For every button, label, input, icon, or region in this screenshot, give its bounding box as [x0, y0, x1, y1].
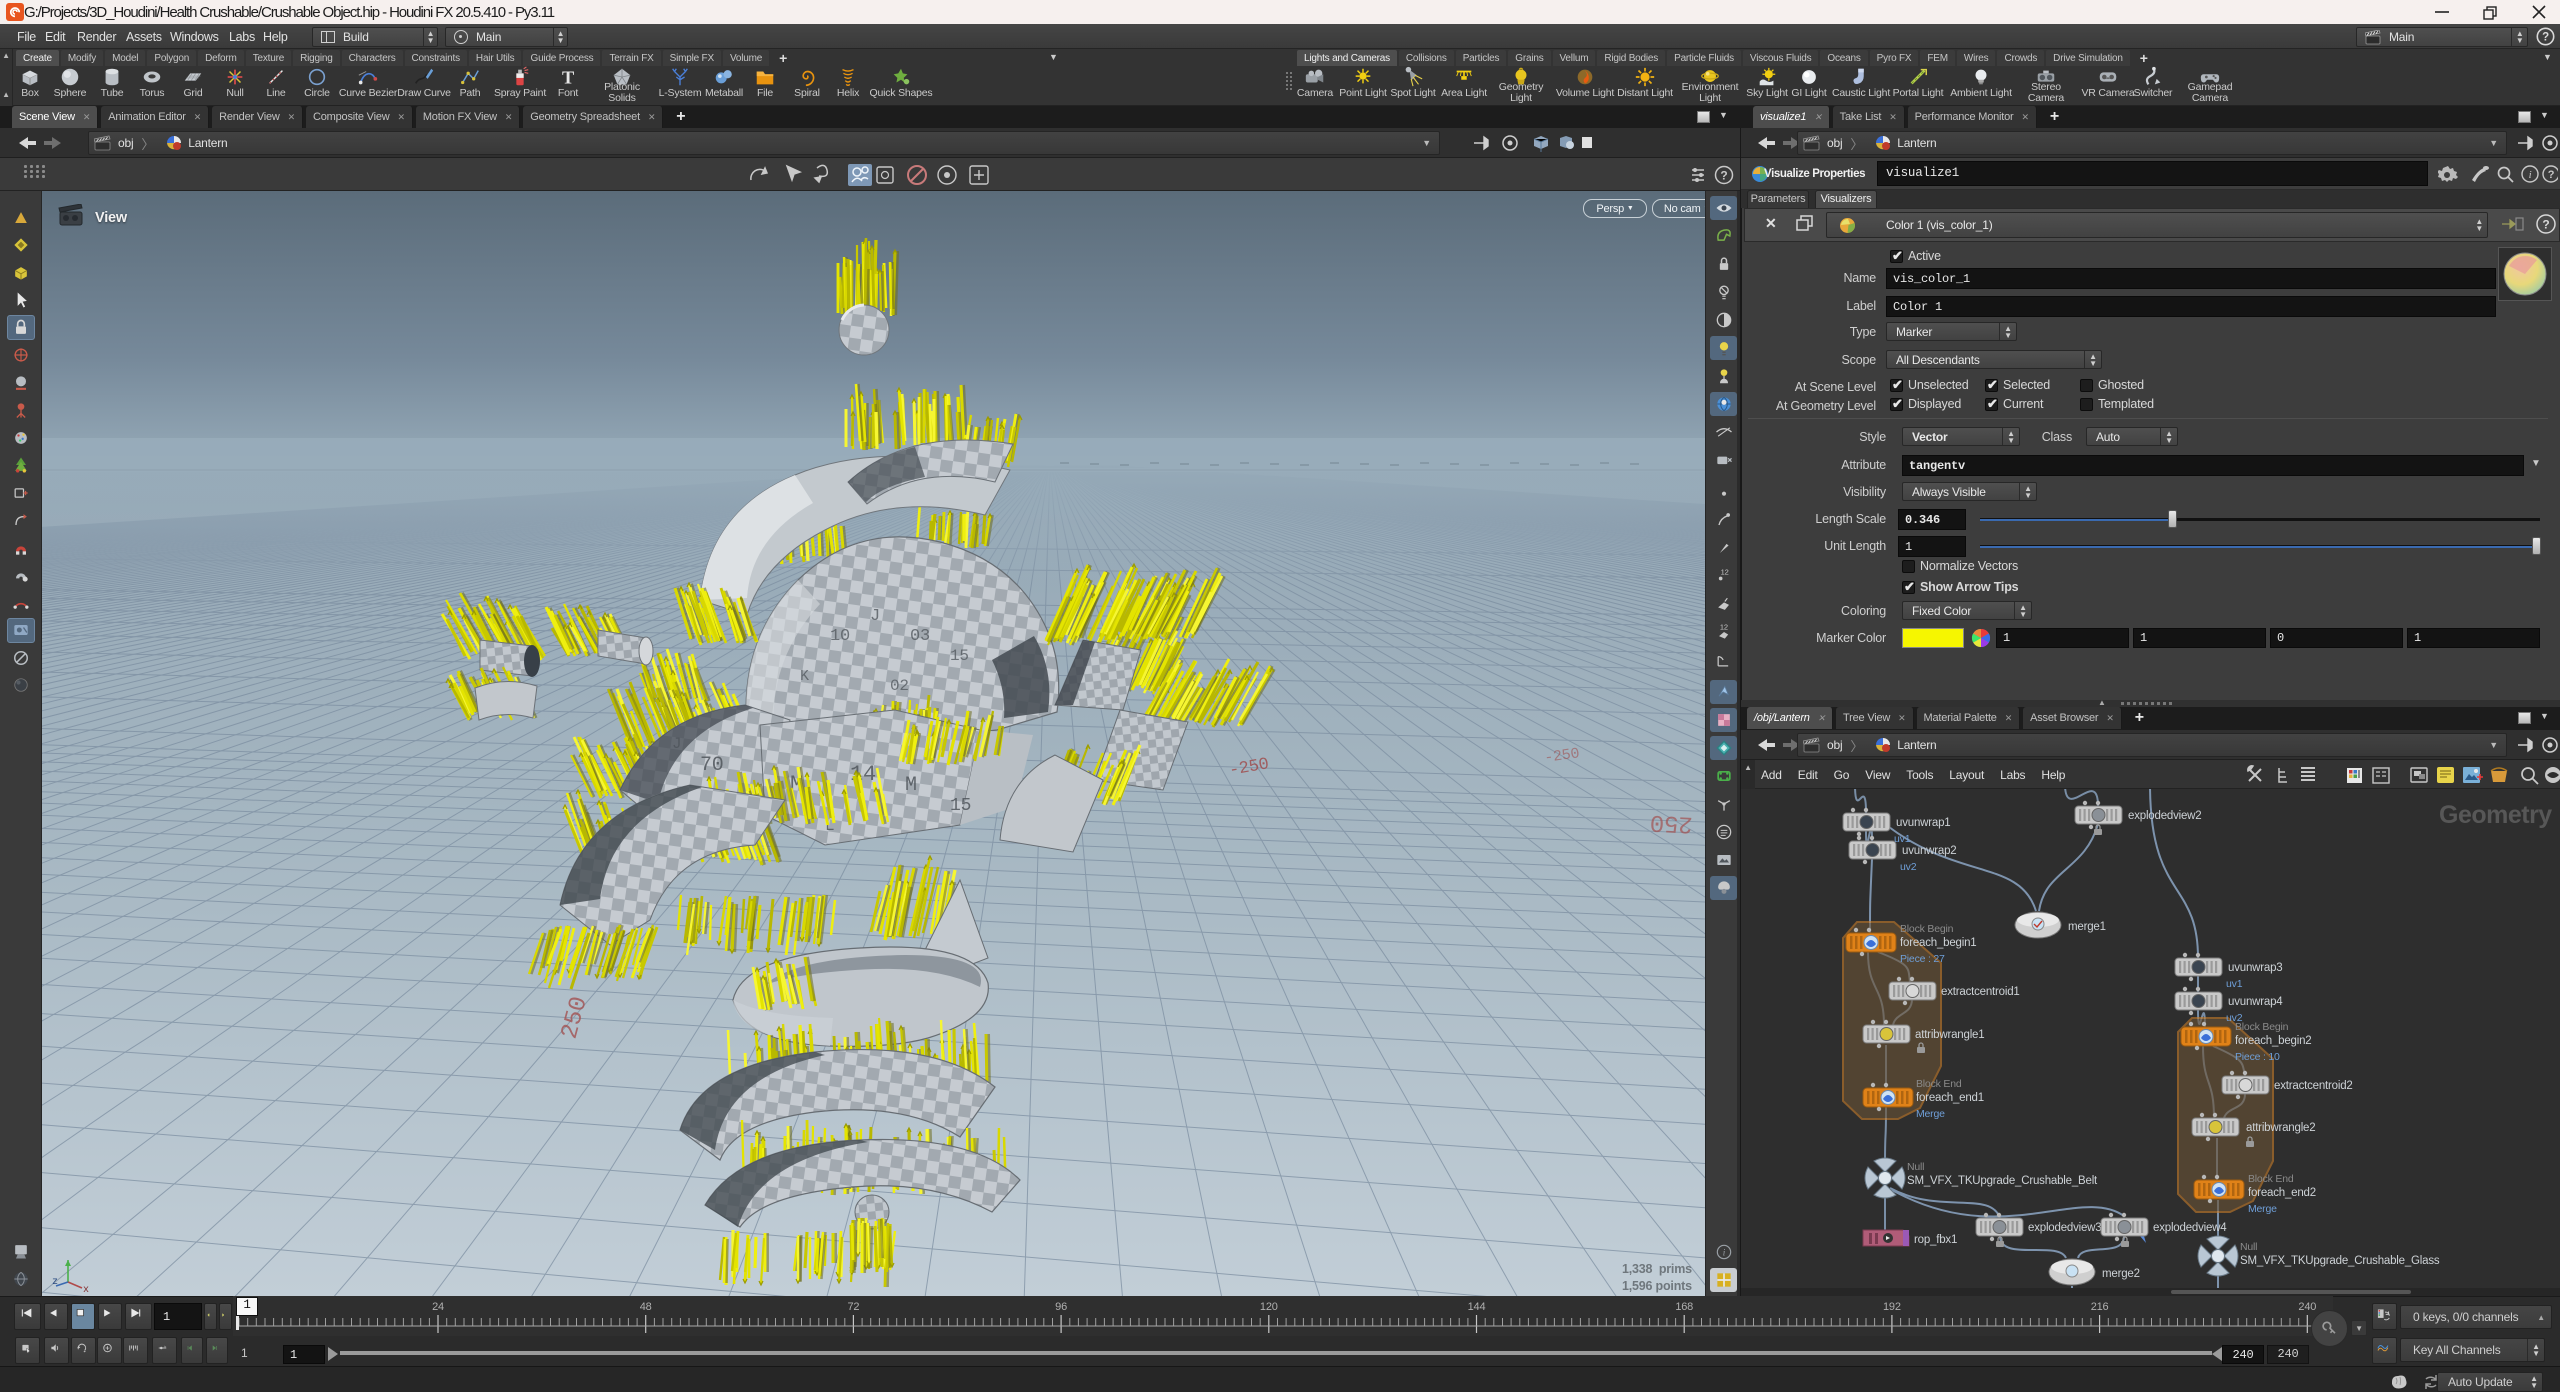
svg-text:Piece : 10: Piece : 10 — [2235, 1051, 2280, 1063]
svg-text:attribwrangle2: attribwrangle2 — [2246, 1122, 2315, 1134]
svg-text:z: z — [52, 1277, 58, 1288]
svg-text:?: ? — [2548, 169, 2555, 181]
svg-text:03: 03 — [910, 627, 930, 646]
svg-text:10: 10 — [830, 627, 850, 646]
svg-text:?: ? — [2542, 32, 2549, 44]
svg-text:J: J — [672, 735, 681, 753]
svg-text:rop_fbx1: rop_fbx1 — [1914, 1234, 1957, 1246]
svg-text:uv1: uv1 — [2226, 978, 2243, 990]
svg-text:240: 240 — [2298, 1301, 2316, 1313]
svg-text:24: 24 — [432, 1301, 444, 1313]
svg-text:uvunwrap2: uvunwrap2 — [1902, 845, 1956, 857]
svg-text:15: 15 — [950, 796, 971, 816]
svg-text:foreach_end2: foreach_end2 — [2248, 1187, 2316, 1199]
svg-text:SM_VFX_TKUpgrade_Crushable_Gla: SM_VFX_TKUpgrade_Crushable_Glass — [2240, 1255, 2440, 1267]
svg-text:extractcentroid1: extractcentroid1 — [1941, 986, 2020, 998]
svg-text:explodedview2: explodedview2 — [2128, 810, 2201, 822]
svg-text:Merge: Merge — [1916, 1108, 1945, 1120]
svg-text:x: x — [83, 1285, 89, 1292]
svg-text:explodedview3: explodedview3 — [2028, 1222, 2101, 1234]
svg-text:250: 250 — [1649, 808, 1693, 837]
svg-text:?: ? — [1720, 169, 1727, 183]
svg-text:Block Begin: Block Begin — [2235, 1021, 2289, 1033]
svg-text:merge1: merge1 — [2068, 921, 2106, 933]
svg-text:72: 72 — [847, 1301, 859, 1313]
svg-text:192: 192 — [1883, 1301, 1901, 1313]
svg-text:SM_VFX_TKUpgrade_Crushable_Bel: SM_VFX_TKUpgrade_Crushable_Belt — [1907, 1175, 2098, 1187]
svg-text:i: i — [1722, 1247, 1725, 1257]
svg-text:Piece : 27: Piece : 27 — [1900, 953, 1945, 965]
svg-text:?: ? — [2542, 218, 2549, 232]
svg-text:explodedview4: explodedview4 — [2153, 1222, 2227, 1234]
svg-text:120: 120 — [1260, 1301, 1278, 1313]
svg-text:i: i — [2529, 169, 2532, 181]
svg-text:15: 15 — [950, 647, 969, 665]
svg-text:96: 96 — [1055, 1301, 1067, 1313]
svg-text:uv1: uv1 — [1894, 833, 1911, 845]
svg-text:foreach_begin1: foreach_begin1 — [1900, 937, 1977, 949]
svg-text:12: 12 — [1719, 623, 1727, 632]
svg-text:Null: Null — [1907, 1161, 1924, 1173]
svg-text:uvunwrap3: uvunwrap3 — [2228, 962, 2282, 974]
svg-text:Null: Null — [2240, 1241, 2257, 1253]
svg-text:Merge: Merge — [2248, 1203, 2277, 1215]
svg-text:uvunwrap1: uvunwrap1 — [1896, 817, 1950, 829]
svg-text:K: K — [800, 668, 809, 685]
svg-text:J: J — [870, 607, 880, 626]
svg-text:foreach_begin2: foreach_begin2 — [2235, 1035, 2312, 1047]
svg-text:216: 216 — [2091, 1301, 2109, 1313]
svg-text:Block End: Block End — [1916, 1078, 1962, 1090]
svg-text:70: 70 — [700, 754, 724, 777]
svg-text:Block Begin: Block Begin — [1900, 923, 1954, 935]
svg-text:attribwrangle1: attribwrangle1 — [1915, 1029, 1984, 1041]
svg-text:uvunwrap4: uvunwrap4 — [2228, 996, 2283, 1008]
svg-text:uv2: uv2 — [1900, 861, 1917, 873]
svg-text:M: M — [905, 774, 917, 797]
svg-text:02: 02 — [890, 677, 909, 695]
svg-text:merge2: merge2 — [2102, 1268, 2140, 1280]
svg-text:extractcentroid2: extractcentroid2 — [2274, 1080, 2353, 1092]
svg-text:12: 12 — [1720, 567, 1728, 576]
svg-text:168: 168 — [1675, 1301, 1693, 1313]
svg-text:foreach_end1: foreach_end1 — [1916, 1092, 1984, 1104]
svg-text:144: 144 — [1468, 1301, 1486, 1313]
svg-text:Block End: Block End — [2248, 1173, 2294, 1185]
svg-text:48: 48 — [640, 1301, 652, 1313]
